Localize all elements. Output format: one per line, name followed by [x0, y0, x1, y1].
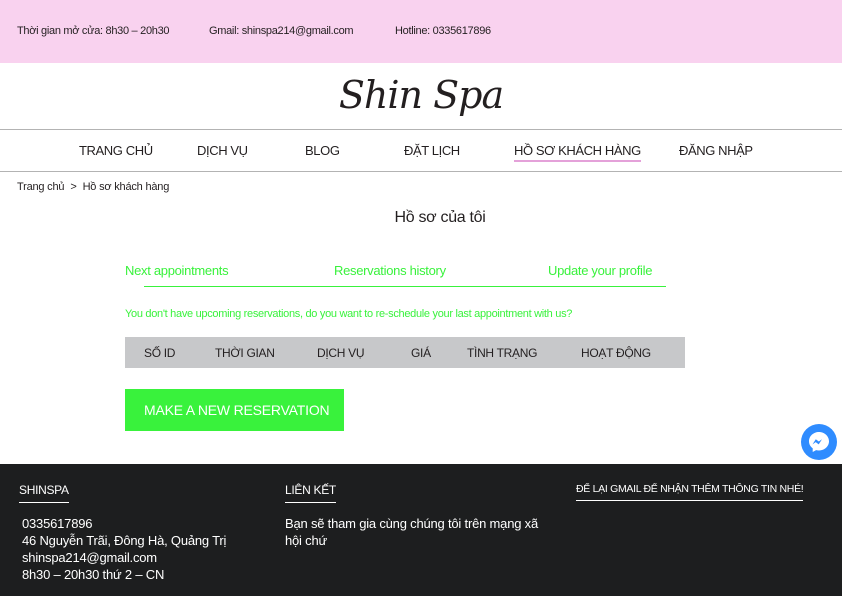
- hotline: Hotline: 0335617896: [395, 25, 491, 37]
- footer-social-text: Bạn sẽ tham gia cùng chúng tôi trên mạng…: [285, 516, 539, 548]
- nav-login[interactable]: ĐĂNG NHẬP: [679, 143, 753, 158]
- footer-phone[interactable]: 0335617896: [22, 515, 226, 532]
- footer-address: 46 Nguyễn Trãi, Đông Hà, Quảng Trị: [22, 533, 227, 548]
- nav-blog[interactable]: BLOG: [305, 143, 340, 158]
- site-logo[interactable]: Shin Spa: [0, 66, 842, 124]
- nav-home[interactable]: TRANG CHỦ: [79, 143, 153, 158]
- top-info-bar: Thời gian mở cửa: 8h30 – 20h30 Gmail: sh…: [0, 0, 842, 63]
- tabs-divider: [144, 286, 666, 287]
- no-reservations-notice: You don't have upcoming reservations, do…: [125, 308, 573, 320]
- breadcrumb-home[interactable]: Trang chủ: [17, 181, 65, 193]
- footer-brand-heading: SHINSPA: [19, 483, 69, 503]
- column-service: DỊCH VỤ: [317, 346, 365, 360]
- footer-contact: 0335617896 46 Nguyễn Trãi, Đông Hà, Quản…: [22, 515, 226, 583]
- breadcrumb-current: Hồ sơ khách hàng: [82, 181, 170, 193]
- page-title: Hồ sơ của tôi: [394, 209, 486, 226]
- tab-reservations-history[interactable]: Reservations history: [334, 263, 446, 278]
- opening-hours: Thời gian mở cửa: 8h30 – 20h30: [17, 25, 170, 37]
- contact-email: Gmail: shinspa214@gmail.com: [209, 25, 354, 37]
- breadcrumb: Trang chủ > Hồ sơ khách hàng: [17, 181, 169, 193]
- footer-hours: 8h30 – 20h30 thứ 2 – CN: [22, 567, 165, 582]
- nav-services[interactable]: DỊCH VỤ: [197, 143, 248, 158]
- breadcrumb-separator: >: [70, 181, 77, 193]
- column-id: SỐ ID: [144, 346, 176, 360]
- messenger-button[interactable]: [801, 424, 837, 460]
- site-footer: SHINSPA LIÊN KẾT ĐỂ LẠI GMAIL ĐỂ NHẬN TH…: [0, 464, 842, 596]
- nav-customer-profile[interactable]: HỒ SƠ KHÁCH HÀNG: [514, 143, 641, 162]
- column-price: GIÁ: [411, 346, 431, 360]
- footer-subscribe-heading: ĐỂ LẠI GMAIL ĐỂ NHẬN THÊM THÔNG TIN NHÉ!: [576, 483, 804, 501]
- tab-next-appointments[interactable]: Next appointments: [125, 263, 229, 278]
- main-nav: TRANG CHỦ DỊCH VỤ BLOG ĐẶT LỊCH HỒ SƠ KH…: [0, 129, 842, 172]
- column-time: THỜI GIAN: [215, 346, 275, 360]
- column-status: TÌNH TRẠNG: [467, 346, 538, 360]
- footer-email[interactable]: shinspa214@gmail.com: [22, 549, 226, 566]
- messenger-icon: [809, 432, 829, 452]
- new-reservation-button[interactable]: MAKE A NEW RESERVATION: [125, 389, 344, 431]
- nav-booking[interactable]: ĐẶT LỊCH: [404, 143, 460, 158]
- column-action: HOẠT ĐỘNG: [581, 346, 651, 360]
- footer-links-heading: LIÊN KẾT: [285, 483, 336, 503]
- reservations-table-header: SỐ ID THỜI GIAN DỊCH VỤ GIÁ TÌNH TRẠNG H…: [125, 337, 685, 368]
- tab-update-profile[interactable]: Update your profile: [548, 263, 652, 278]
